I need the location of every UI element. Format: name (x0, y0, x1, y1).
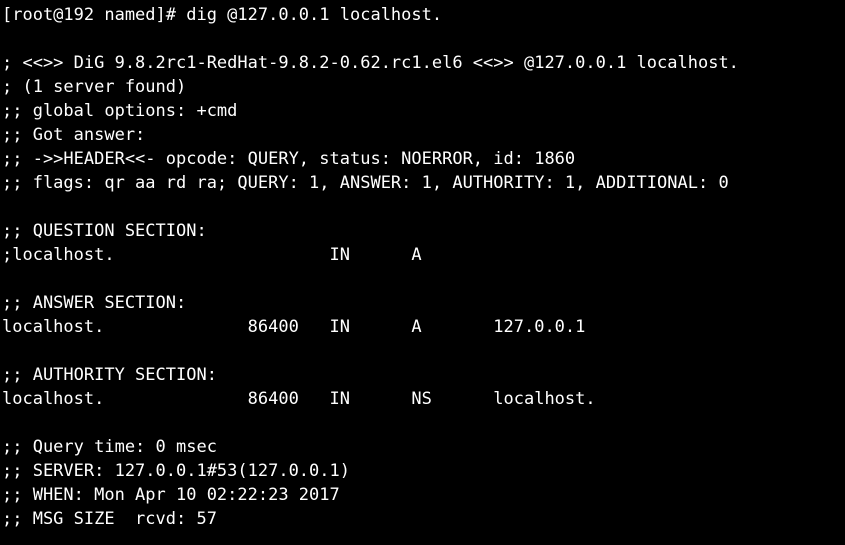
server-line: ;; SERVER: 127.0.0.1#53(127.0.0.1) (2, 461, 350, 481)
header-line: ;; ->>HEADER<<- opcode: QUERY, status: N… (2, 149, 576, 169)
msg-size-line: ;; MSG SIZE rcvd: 57 (2, 509, 217, 529)
when-line: ;; WHEN: Mon Apr 10 02:22:23 2017 (2, 485, 340, 505)
question-record-line: ;localhost. IN A (2, 245, 422, 265)
question-section-header: ;; QUESTION SECTION: (2, 221, 207, 241)
command-prompt-line: [root@192 named]# dig @127.0.0.1 localho… (2, 5, 443, 25)
answer-record-line: localhost. 86400 IN A 127.0.0.1 (2, 317, 586, 337)
answer-section-header: ;; ANSWER SECTION: (2, 293, 187, 313)
server-found-line: ; (1 server found) (2, 77, 187, 97)
authority-record-line: localhost. 86400 IN NS localhost. (2, 389, 596, 409)
authority-section-header: ;; AUTHORITY SECTION: (2, 365, 217, 385)
got-answer-line: ;; Got answer: (2, 125, 146, 145)
flags-line: ;; flags: qr aa rd ra; QUERY: 1, ANSWER:… (2, 173, 729, 193)
query-time-line: ;; Query time: 0 msec (2, 437, 217, 457)
global-options-line: ;; global options: +cmd (2, 101, 238, 121)
dig-version-line: ; <<>> DiG 9.8.2rc1-RedHat-9.8.2-0.62.rc… (2, 53, 739, 73)
terminal-window[interactable]: [root@192 named]# dig @127.0.0.1 localho… (0, 0, 845, 545)
